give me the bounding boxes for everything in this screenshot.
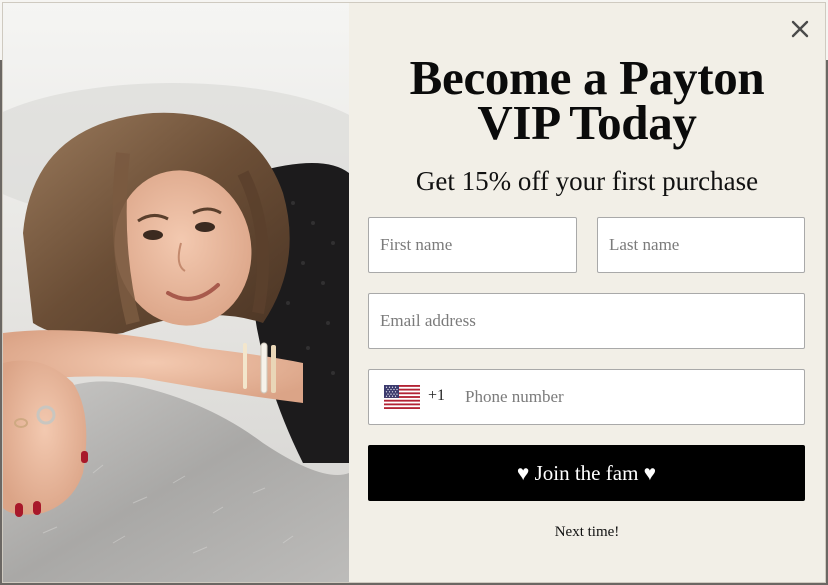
last-name-field[interactable] (597, 217, 805, 273)
popup-headline: Become a Payton VIP Today (348, 53, 825, 147)
first-name-field[interactable] (368, 217, 577, 273)
us-flag-icon[interactable] (384, 385, 420, 409)
phone-field-group: +1 (368, 369, 820, 425)
signup-popup: Become a Payton VIP Today Get 15% off yo… (2, 2, 826, 583)
join-button[interactable]: ♥ Join the fam ♥ (368, 445, 805, 501)
dismiss-link[interactable]: Next time! (348, 523, 825, 542)
promo-photo (3, 3, 349, 582)
popup-subheadline: Get 15% off your first purchase (415, 166, 759, 196)
email-field[interactable] (368, 293, 805, 349)
headline-line-2: VIP Today (477, 95, 697, 150)
country-code[interactable]: +1 (428, 387, 445, 405)
phone-number-field[interactable] (455, 370, 820, 424)
close-icon[interactable] (788, 17, 812, 41)
